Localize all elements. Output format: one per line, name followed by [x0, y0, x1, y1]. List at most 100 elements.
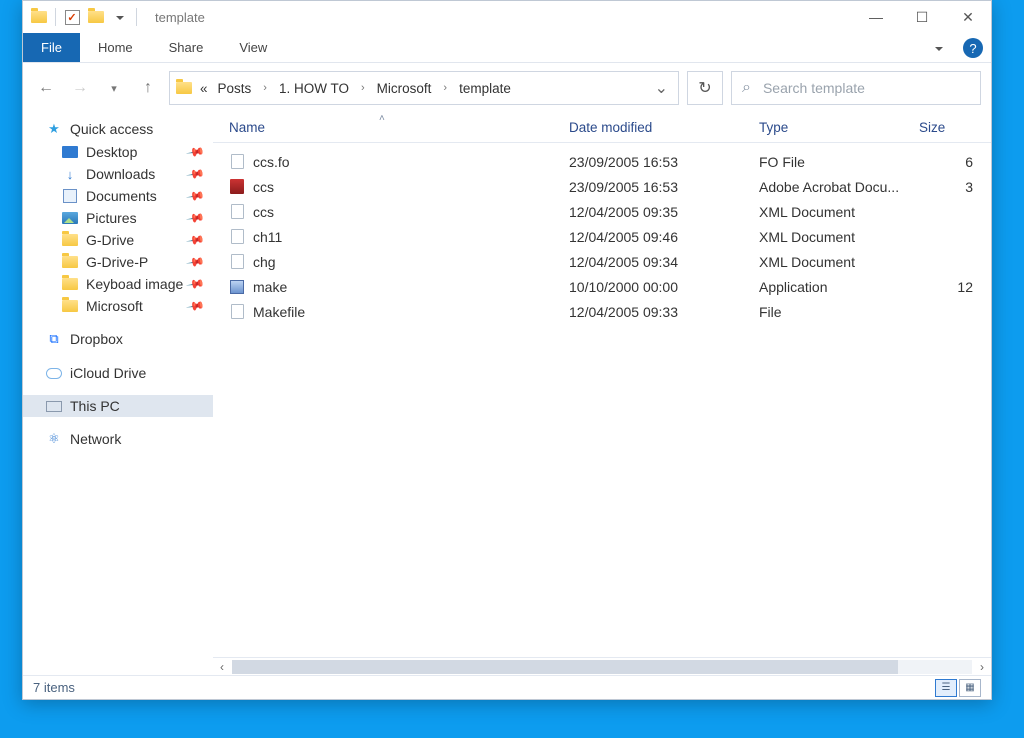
address-bar[interactable]: « Posts › 1. HOW TO › Microsoft › templa… [169, 71, 679, 105]
folder-icon [61, 276, 79, 292]
qat-properties-icon[interactable] [64, 9, 80, 25]
chevron-right-icon[interactable]: › [439, 82, 451, 94]
address-dropdown-icon[interactable]: ⌄ [655, 78, 672, 98]
breadcrumb-item[interactable]: Posts [216, 79, 254, 98]
tab-file[interactable]: File [23, 33, 80, 62]
status-bar: 7 items ☰ ▦ [23, 675, 991, 699]
column-name[interactable]: Name ˄ [229, 120, 569, 135]
ribbon: File Home Share View ? [23, 33, 991, 63]
scroll-track[interactable] [232, 660, 972, 674]
scroll-left-icon[interactable]: ‹ [213, 660, 231, 674]
folder-icon [61, 232, 79, 248]
sidebar-item-label: Pictures [86, 210, 137, 226]
pin-icon: 📌 [185, 186, 205, 206]
pin-icon: 📌 [185, 252, 205, 272]
sidebar-icloud[interactable]: iCloud Drive [23, 361, 213, 385]
column-label: Name [229, 120, 265, 135]
file-type: Adobe Acrobat Docu... [759, 179, 919, 195]
column-date[interactable]: Date modified [569, 120, 759, 135]
sidebar-item[interactable]: Pictures 📌 [23, 207, 213, 229]
file-list: Name ˄ Date modified Type Size ccs.fo23/… [213, 113, 991, 675]
close-button[interactable]: ✕ [945, 1, 991, 33]
up-button[interactable]: ↑ [135, 75, 161, 101]
sidebar-this-pc[interactable]: This PC [23, 395, 213, 417]
file-date: 10/10/2000 00:00 [569, 279, 759, 295]
forward-button[interactable]: → [67, 75, 93, 101]
file-type: XML Document [759, 204, 919, 220]
pin-icon: 📌 [185, 208, 205, 228]
sidebar-item[interactable]: ↓Downloads📌 [23, 163, 213, 185]
sidebar-item[interactable]: Microsoft📌 [23, 295, 213, 317]
sidebar-label: iCloud Drive [70, 365, 146, 381]
item-count: 7 items [33, 680, 75, 695]
sidebar-item[interactable]: Desktop 📌 [23, 141, 213, 163]
thumbnails-view-button[interactable]: ▦ [959, 679, 981, 697]
chevron-right-icon[interactable]: › [259, 82, 271, 94]
search-box[interactable]: ⌕ [731, 71, 981, 105]
file-row[interactable]: ccs 23/09/2005 16:53Adobe Acrobat Docu...… [229, 174, 991, 199]
column-headers: Name ˄ Date modified Type Size [213, 113, 991, 143]
tab-share[interactable]: Share [151, 33, 222, 62]
ribbon-collapse-icon[interactable] [923, 33, 955, 62]
minimize-button[interactable]: — [853, 1, 899, 33]
file-row[interactable]: chg12/04/2005 09:34XML Document [229, 249, 991, 274]
sidebar-item[interactable]: G-Drive-P 📌 [23, 251, 213, 273]
pc-icon [45, 398, 63, 414]
sidebar-item[interactable]: G-Drive📌 [23, 229, 213, 251]
maximize-button[interactable]: ☐ [899, 1, 945, 33]
sidebar-item-label: Desktop [86, 144, 137, 160]
file-type: File [759, 304, 919, 320]
sidebar-item-label: Downloads [86, 166, 155, 182]
sidebar-item[interactable]: Keyboad image📌 [23, 273, 213, 295]
file-icon [229, 229, 245, 245]
search-input[interactable] [761, 79, 970, 97]
refresh-button[interactable]: ↻ [687, 71, 723, 105]
file-date: 12/04/2005 09:35 [569, 204, 759, 220]
dropbox-icon: ⧉ [45, 331, 63, 347]
sidebar-item[interactable]: Documents 📌 [23, 185, 213, 207]
sidebar-item-label: G-Drive-P [86, 254, 148, 270]
pin-icon: 📌 [185, 142, 205, 162]
sidebar-label: Dropbox [70, 331, 123, 347]
sidebar-network[interactable]: ⚛ Network [23, 427, 213, 451]
tab-home[interactable]: Home [80, 33, 151, 62]
file-icon [229, 179, 245, 195]
file-row[interactable]: ccs12/04/2005 09:35XML Document [229, 199, 991, 224]
breadcrumb-item[interactable]: template [457, 79, 513, 98]
icloud-icon [45, 365, 63, 381]
scroll-thumb[interactable] [232, 660, 898, 674]
sort-indicator-icon: ˄ [379, 113, 385, 124]
file-name: ccs.fo [253, 154, 290, 170]
file-icon [229, 154, 245, 170]
help-button[interactable]: ? [963, 38, 983, 58]
file-row[interactable]: Makefile 12/04/2005 09:33File [229, 299, 991, 324]
file-name: ccs [253, 179, 274, 195]
file-row[interactable]: ch1112/04/2005 09:46XML Document [229, 224, 991, 249]
qat-newfolder-icon[interactable] [88, 9, 104, 25]
sidebar-item-label: Documents [86, 188, 157, 204]
back-button[interactable]: ← [33, 75, 59, 101]
qat-customize-icon[interactable] [112, 9, 128, 25]
horizontal-scrollbar[interactable]: ‹ › [213, 657, 991, 675]
sidebar-dropbox[interactable]: ⧉ Dropbox [23, 327, 213, 351]
scroll-right-icon[interactable]: › [973, 660, 991, 674]
file-date: 12/04/2005 09:34 [569, 254, 759, 270]
recent-locations-button[interactable]: ▾ [101, 75, 127, 101]
file-date: 23/09/2005 16:53 [569, 179, 759, 195]
breadcrumb-prefix: « [198, 79, 210, 98]
details-view-button[interactable]: ☰ [935, 679, 957, 697]
column-size[interactable]: Size [919, 120, 979, 135]
file-date: 12/04/2005 09:33 [569, 304, 759, 320]
breadcrumb-item[interactable]: Microsoft [375, 79, 434, 98]
tab-view[interactable]: View [221, 33, 285, 62]
file-row[interactable]: ccs.fo23/09/2005 16:53FO File6 [229, 149, 991, 174]
explorer-window: template — ☐ ✕ File Home Share View ? ← … [22, 0, 992, 700]
file-name: Makefile [253, 304, 305, 320]
breadcrumb-item[interactable]: 1. HOW TO [277, 79, 351, 98]
pin-icon: 📌 [185, 296, 205, 316]
chevron-right-icon[interactable]: › [357, 82, 369, 94]
sidebar-quick-access[interactable]: ★ Quick access [23, 117, 213, 141]
downloads-icon: ↓ [61, 166, 79, 182]
column-type[interactable]: Type [759, 120, 919, 135]
file-row[interactable]: make10/10/2000 00:00Application12 [229, 274, 991, 299]
